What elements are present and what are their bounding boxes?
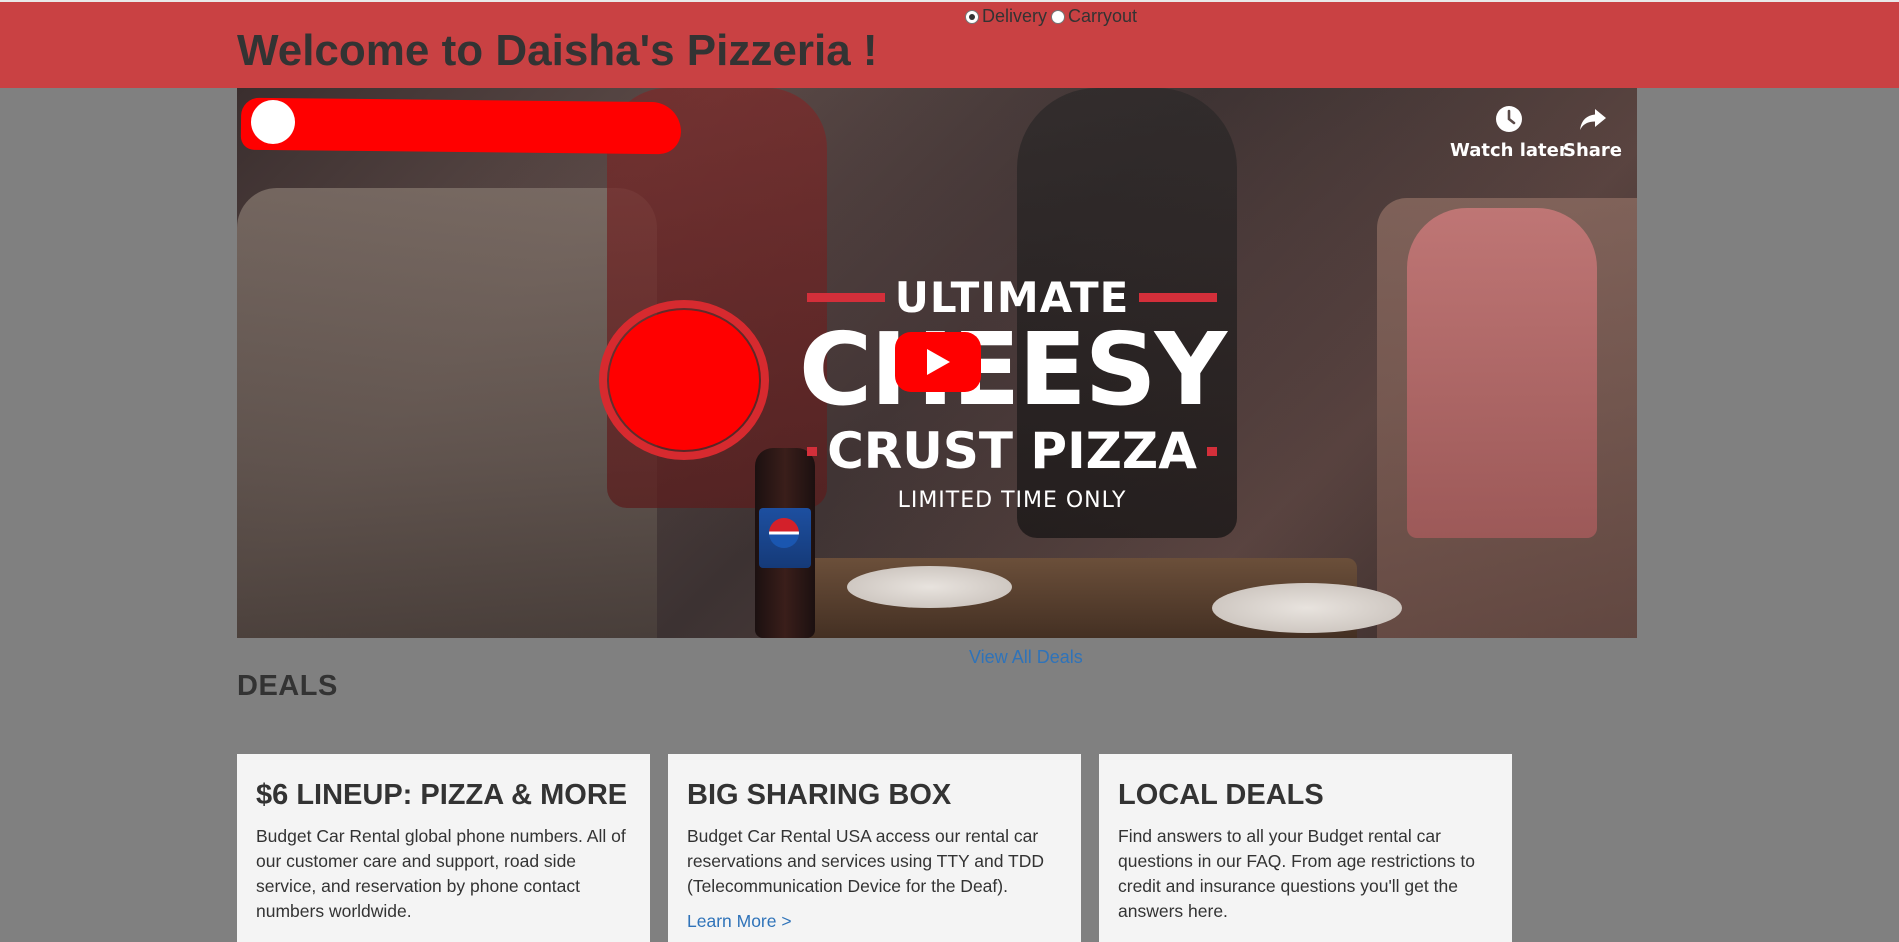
page-title: Welcome to Daisha's Pizzeria ! [237, 26, 878, 75]
video-scene-plate [847, 566, 1012, 608]
deal-card-sharing-box[interactable]: BIG SHARING BOX Budget Car Rental USA ac… [668, 754, 1081, 942]
delivery-label[interactable]: Delivery [982, 6, 1047, 27]
delivery-radio[interactable] [965, 9, 979, 24]
play-icon [927, 349, 950, 375]
carryout-label[interactable]: Carryout [1068, 6, 1137, 27]
video-scene-sweater [1407, 208, 1597, 538]
promo-line-crust: CRUST PIZZA [797, 422, 1227, 480]
promo-video-player[interactable]: ULTIMATE CHEESY CRUST PIZZA LIMITED TIME… [237, 88, 1637, 638]
deals-heading: DEALS [237, 670, 338, 702]
deal-card-title: $6 LINEUP: PIZZA & MORE [256, 779, 628, 811]
site-header: Delivery Carryout Welcome to Daisha's Pi… [0, 0, 1899, 88]
share-button[interactable]: Share [1563, 104, 1622, 161]
deal-card-local-deals[interactable]: LOCAL DEALS Find answers to all your Bud… [1099, 754, 1512, 942]
play-button[interactable] [895, 332, 981, 392]
deal-card-text: Budget Car Rental global phone numbers. … [256, 826, 626, 921]
deal-card-title: LOCAL DEALS [1118, 779, 1324, 811]
clock-icon [1495, 106, 1522, 132]
share-label: Share [1563, 140, 1623, 161]
share-icon [1579, 109, 1606, 130]
redacted-channel-name [240, 97, 682, 155]
promo-line-cheesy: CHEESY [798, 311, 1227, 428]
deal-card-text: Find answers to all your Budget rental c… [1118, 826, 1475, 921]
promo-line-limited: LIMITED TIME ONLY [897, 488, 1127, 513]
deal-card-lineup[interactable]: $6 LINEUP: PIZZA & MORE Budget Car Renta… [237, 754, 650, 942]
video-scene-sofa [237, 188, 657, 638]
pepsi-logo-icon [769, 518, 799, 548]
carryout-radio[interactable] [1051, 9, 1066, 24]
view-all-deals-link[interactable]: View All Deals [969, 647, 1083, 668]
channel-avatar[interactable] [251, 100, 295, 144]
video-scene-plate [1212, 583, 1402, 633]
order-type-selector: Delivery Carryout [965, 6, 1141, 27]
deal-card-title: BIG SHARING BOX [687, 779, 952, 811]
watch-later-label: Watch later [1450, 140, 1568, 161]
learn-more-link[interactable]: Learn More > [687, 911, 1062, 932]
promo-text: ULTIMATE CHEESY CRUST PIZZA LIMITED TIME… [797, 273, 1227, 513]
watch-later-button[interactable]: Watch later [1450, 104, 1568, 161]
deal-card-text: Budget Car Rental USA access our rental … [687, 826, 1044, 896]
redacted-brand-logo [609, 310, 759, 450]
